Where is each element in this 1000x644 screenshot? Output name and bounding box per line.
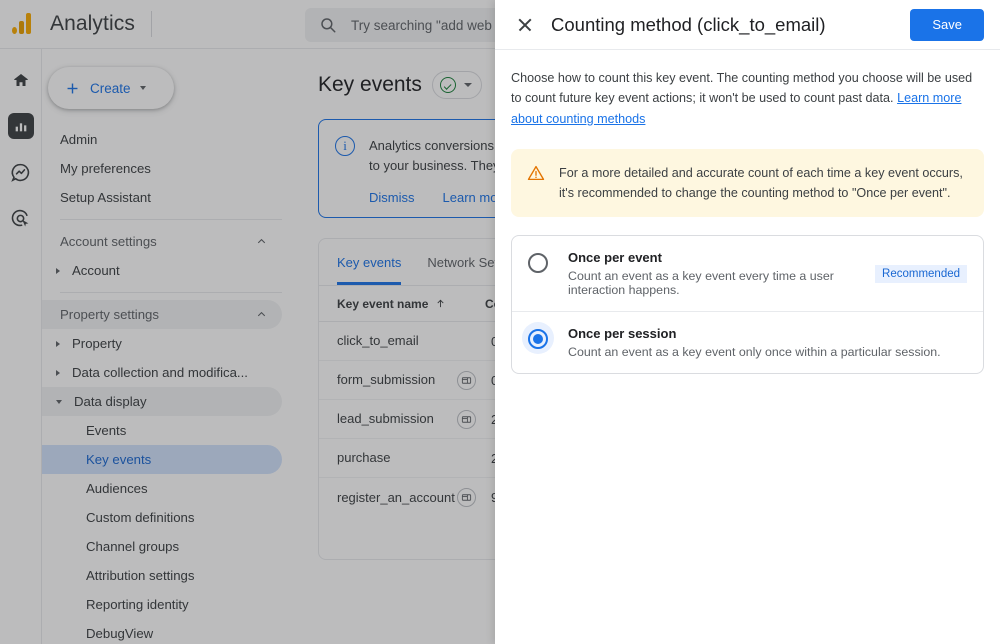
option-once-per-event[interactable]: Once per event Count an event as a key e…: [512, 236, 983, 311]
warning-text: For a more detailed and accurate count o…: [559, 166, 963, 201]
radio-wrap: [522, 322, 554, 355]
radio-wrap: [522, 246, 554, 278]
dialog-description: Choose how to count this key event. The …: [511, 68, 984, 129]
option-text: Once per event Count an event as a key e…: [568, 250, 861, 297]
warning-triangle-icon: [527, 166, 545, 181]
radio-button-once-per-session[interactable]: [528, 329, 548, 350]
dialog-body: Choose how to count this key event. The …: [495, 50, 1000, 375]
option-label: Once per event: [568, 250, 662, 266]
option-description: Count an event as a key event only once …: [568, 345, 941, 360]
counting-method-options: Once per event Count an event as a key e…: [511, 235, 984, 375]
dialog-header: Counting method (click_to_email) Save: [495, 0, 1000, 50]
app-root: Analytics Try searching "add web Create …: [0, 0, 1000, 644]
modal-scrim[interactable]: [0, 0, 495, 644]
option-once-per-session[interactable]: Once per session Count an event as a key…: [512, 311, 983, 373]
recommended-badge: Recommended: [875, 264, 967, 283]
warning-banner: For a more detailed and accurate count o…: [511, 149, 984, 218]
dialog-title: Counting method (click_to_email): [551, 13, 826, 35]
option-text: Once per session Count an event as a key…: [568, 326, 967, 359]
radio-button-once-per-event[interactable]: [528, 253, 548, 274]
counting-method-dialog: Counting method (click_to_email) Save Ch…: [495, 0, 1000, 644]
option-label: Once per session: [568, 326, 677, 342]
option-description: Count an event as a key event every time…: [568, 269, 834, 298]
close-icon[interactable]: [513, 13, 537, 37]
save-button[interactable]: Save: [910, 8, 984, 41]
